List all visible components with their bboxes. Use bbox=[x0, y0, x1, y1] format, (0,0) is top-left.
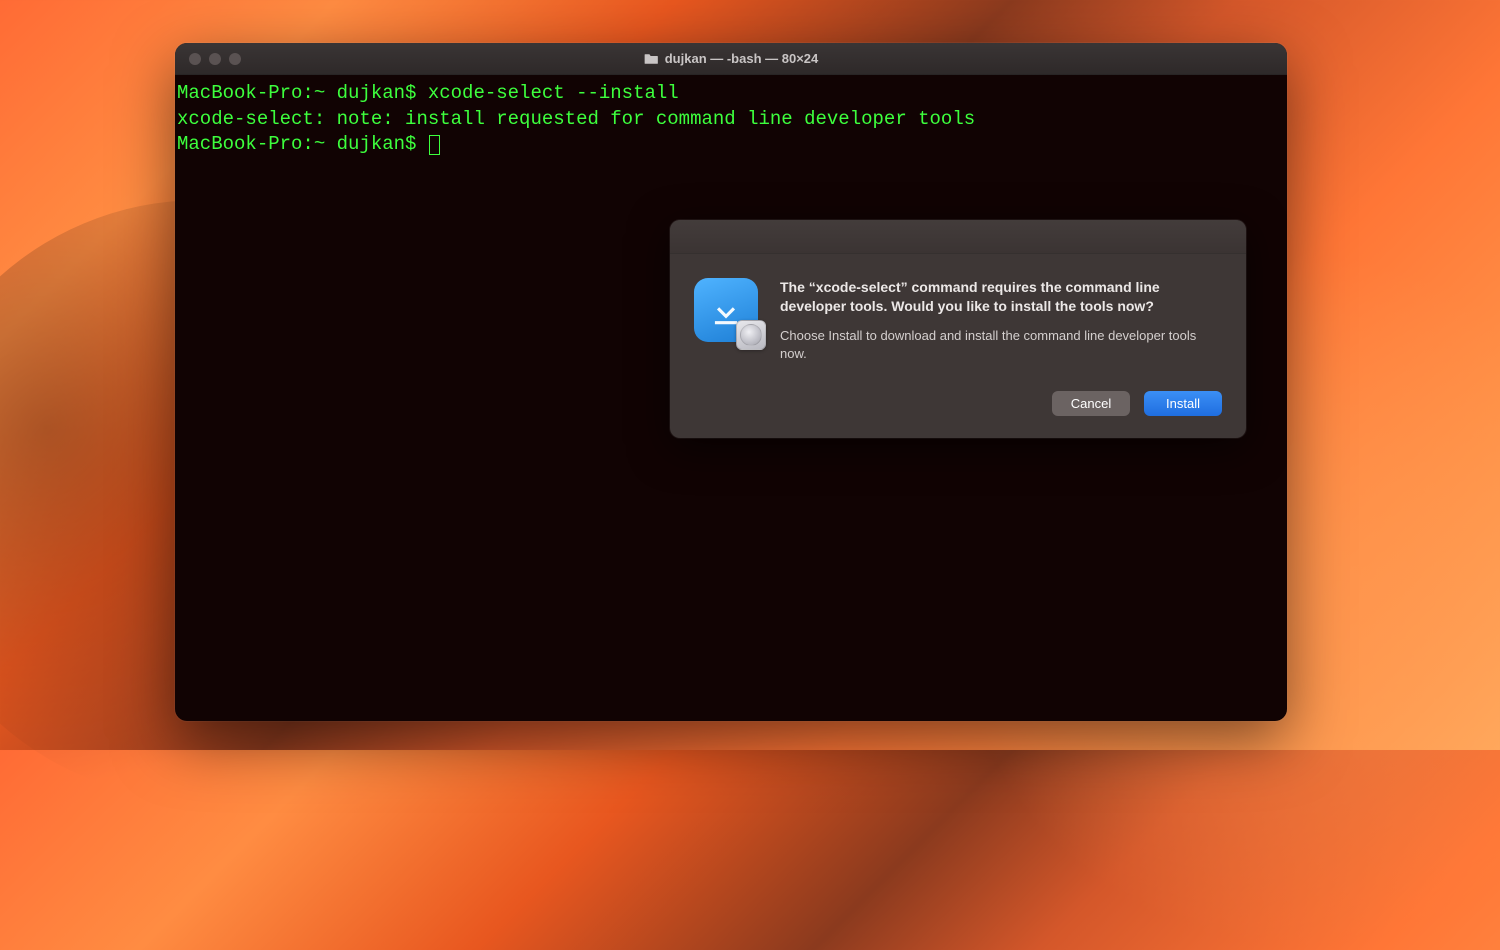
window-title-text: dujkan — -bash — 80×24 bbox=[665, 51, 819, 66]
titlebar: dujkan — -bash — 80×24 bbox=[175, 43, 1287, 75]
window-title: dujkan — -bash — 80×24 bbox=[644, 51, 819, 66]
folder-icon bbox=[644, 53, 659, 65]
prompt: MacBook-Pro:~ dujkan$ bbox=[177, 82, 428, 104]
dialog-text: The “xcode-select” command requires the … bbox=[780, 278, 1222, 416]
dialog-title: The “xcode-select” command requires the … bbox=[780, 278, 1222, 317]
dialog-titlebar bbox=[670, 220, 1246, 254]
terminal-line: xcode-select: note: install requested fo… bbox=[177, 107, 1285, 133]
dialog-body: The “xcode-select” command requires the … bbox=[670, 254, 1246, 438]
terminal-content[interactable]: MacBook-Pro:~ dujkan$ xcode-select --ins… bbox=[175, 75, 1287, 164]
terminal-line: MacBook-Pro:~ dujkan$ bbox=[177, 132, 1285, 158]
install-dialog: The “xcode-select” command requires the … bbox=[670, 220, 1246, 438]
prompt: MacBook-Pro:~ dujkan$ bbox=[177, 133, 428, 155]
close-button[interactable] bbox=[189, 53, 201, 65]
output: xcode-select: note: install requested fo… bbox=[177, 108, 975, 130]
disk-icon bbox=[736, 320, 766, 350]
dialog-buttons: Cancel Install bbox=[780, 391, 1222, 416]
command: xcode-select --install bbox=[428, 82, 679, 104]
minimize-button[interactable] bbox=[209, 53, 221, 65]
install-button[interactable]: Install bbox=[1144, 391, 1222, 416]
cancel-button[interactable]: Cancel bbox=[1052, 391, 1130, 416]
maximize-button[interactable] bbox=[229, 53, 241, 65]
terminal-line: MacBook-Pro:~ dujkan$ xcode-select --ins… bbox=[177, 81, 1285, 107]
cursor bbox=[429, 135, 440, 155]
traffic-lights bbox=[175, 53, 241, 65]
dialog-icon bbox=[694, 278, 762, 346]
dialog-subtitle: Choose Install to download and install t… bbox=[780, 327, 1222, 363]
